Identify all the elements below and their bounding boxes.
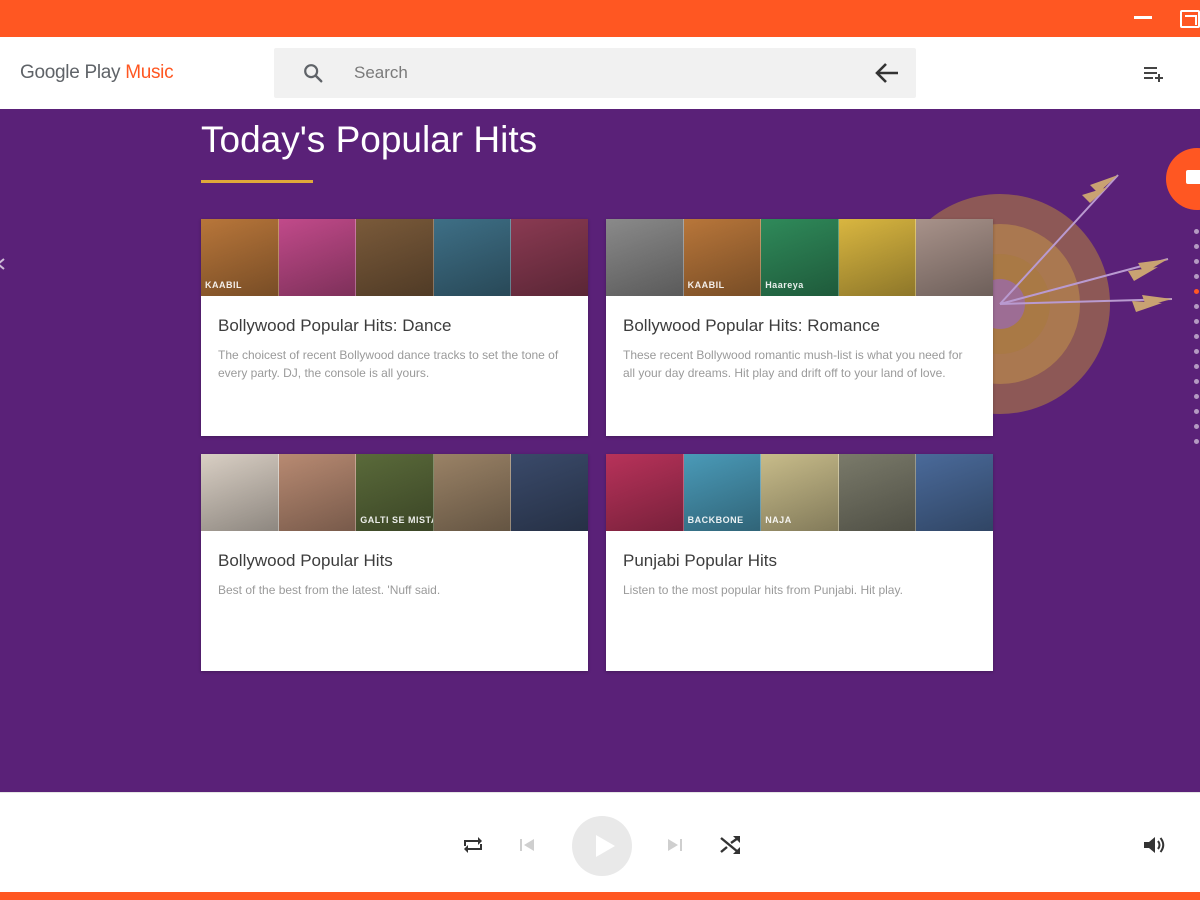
indicator-dot <box>1194 319 1199 324</box>
playlist-card[interactable]: GALTI SE MISTAKE Bollywood Popular Hits … <box>201 454 588 671</box>
main-content: Today's Popular Hits KAABIL Bollywood Po… <box>0 109 1200 792</box>
card-description: Listen to the most popular hits from Pun… <box>623 583 903 597</box>
album-tile: KAABIL <box>683 219 762 296</box>
mix-icon <box>1186 170 1200 184</box>
restore-icon[interactable] <box>1180 10 1200 28</box>
page-indicator-dots <box>1194 229 1200 449</box>
indicator-dot <box>1194 334 1199 339</box>
window-titlebar <box>0 0 1200 37</box>
album-tile <box>838 219 917 296</box>
card-title[interactable]: Bollywood Popular Hits: Romance <box>623 316 880 336</box>
album-tile: Haareya <box>761 219 839 296</box>
indicator-dot <box>1194 244 1199 249</box>
indicator-dot <box>1194 424 1199 429</box>
playlist-art: GALTI SE MISTAKE <box>201 454 588 531</box>
indicator-dot <box>1194 439 1199 444</box>
search-icon[interactable] <box>302 62 324 84</box>
album-tile <box>511 219 588 296</box>
play-icon <box>596 835 615 857</box>
playlist-art: KAABIL Haareya <box>606 219 993 296</box>
indicator-dot <box>1194 394 1199 399</box>
album-tile: NAJA <box>761 454 839 531</box>
indicator-dot <box>1194 259 1199 264</box>
album-tile <box>356 219 434 296</box>
play-button[interactable] <box>572 816 632 876</box>
back-arrow-icon[interactable] <box>874 61 900 85</box>
playlist-card[interactable]: KAABIL Bollywood Popular Hits: Dance The… <box>201 219 588 436</box>
previous-icon[interactable] <box>519 838 535 852</box>
album-tile <box>838 454 917 531</box>
shuffle-icon[interactable] <box>719 835 741 855</box>
indicator-dot-active <box>1194 289 1199 294</box>
volume-icon[interactable] <box>1142 834 1166 856</box>
album-tile <box>201 454 279 531</box>
album-tile <box>433 454 512 531</box>
page-title: Today's Popular Hits <box>201 119 538 160</box>
search-input[interactable] <box>354 58 834 88</box>
album-tile <box>511 454 588 531</box>
chevron-left-icon[interactable] <box>0 257 8 271</box>
playlist-card[interactable]: BACKBONE NAJA Punjabi Popular Hits Liste… <box>606 454 993 671</box>
title-underline <box>201 180 313 183</box>
album-tile <box>433 219 512 296</box>
card-description: Best of the best from the latest. 'Nuff … <box>218 583 441 597</box>
indicator-dot <box>1194 349 1199 354</box>
queue-icon[interactable] <box>1144 65 1164 83</box>
playlist-art: BACKBONE NAJA <box>606 454 993 531</box>
app-header: Google Play Music <box>0 37 1200 109</box>
indicator-dot <box>1194 229 1199 234</box>
player-bar <box>0 792 1200 892</box>
album-tile <box>606 454 684 531</box>
playlist-card[interactable]: KAABIL Haareya Bollywood Popular Hits: R… <box>606 219 993 436</box>
card-title[interactable]: Bollywood Popular Hits <box>218 551 393 571</box>
indicator-dot <box>1194 304 1199 309</box>
search-bar[interactable] <box>274 48 916 98</box>
album-tile: KAABIL <box>201 219 279 296</box>
minimize-icon[interactable] <box>1134 16 1152 19</box>
card-description: The choicest of recent Bollywood dance t… <box>218 348 559 380</box>
indicator-dot <box>1194 364 1199 369</box>
album-tile <box>916 454 993 531</box>
card-description: These recent Bollywood romantic mush-lis… <box>623 348 963 380</box>
album-tile: GALTI SE MISTAKE <box>356 454 434 531</box>
album-tile: BACKBONE <box>683 454 762 531</box>
app-logo[interactable]: Google Play Music <box>20 62 174 84</box>
card-title[interactable]: Punjabi Popular Hits <box>623 551 777 571</box>
next-icon[interactable] <box>667 838 683 852</box>
indicator-dot <box>1194 409 1199 414</box>
bottom-accent-strip <box>0 892 1200 900</box>
indicator-dot <box>1194 379 1199 384</box>
indicator-dot <box>1194 274 1199 279</box>
album-tile <box>278 219 357 296</box>
logo-prefix: Google Play <box>20 62 126 83</box>
playlist-art: KAABIL <box>201 219 588 296</box>
album-tile <box>606 219 684 296</box>
card-title[interactable]: Bollywood Popular Hits: Dance <box>218 316 451 336</box>
album-tile <box>278 454 357 531</box>
repeat-icon[interactable] <box>462 835 484 855</box>
album-tile <box>916 219 993 296</box>
logo-accent: Music <box>125 62 174 83</box>
